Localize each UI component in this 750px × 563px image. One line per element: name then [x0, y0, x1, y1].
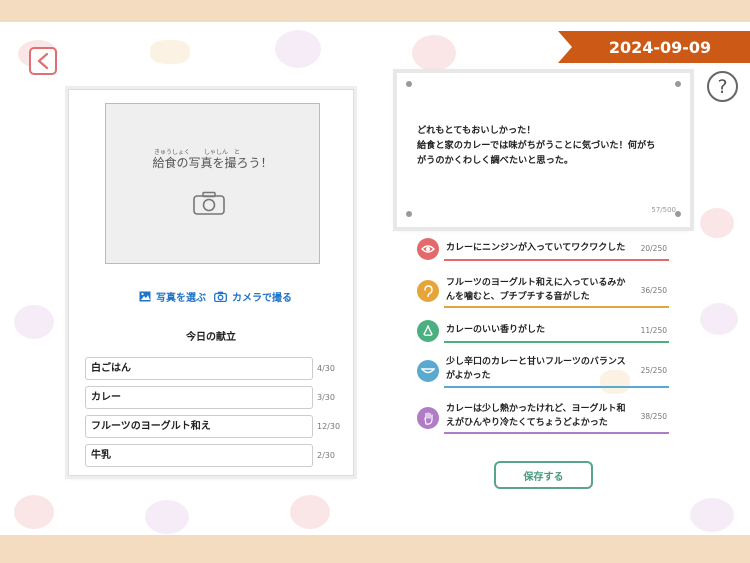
menu-item-input[interactable]: 牛乳 [85, 444, 313, 467]
sense-underline [444, 259, 669, 261]
bottom-band [0, 535, 750, 563]
sense-line: んを噛むと、プチプチする音がした [446, 292, 590, 302]
sense-underline [444, 386, 669, 388]
sense-text: 少し辛口のカレーと甘いフルーツのバランス がよかった [446, 355, 638, 383]
hand-icon [417, 407, 439, 429]
sense-row-sight[interactable]: カレーにニンジンが入っていてワクワクした 20/250 [417, 238, 669, 262]
back-button[interactable] [29, 47, 57, 75]
menu-item-count: 4/30 [317, 364, 335, 373]
photo-placeholder[interactable]: きゅうしょく しゃしん と 給食の写真を撮ろう！ [105, 103, 320, 264]
sense-line: えがひんやり冷たくてちょうどよかった [446, 418, 608, 428]
note-text: どれもとてもおいしかった！ 給食と家のカレーでは味がちがうことに気づいた！何がち… [417, 123, 677, 168]
sense-line: 少し辛口のカレーと甘いフルーツのバランス [446, 357, 626, 367]
menu-item-input[interactable]: 白ごはん [85, 357, 313, 380]
sense-line: カレーは少し熱かったけれど、ヨーグルト和 [446, 404, 626, 414]
sense-char-count: 11/250 [640, 326, 667, 335]
pin-icon [406, 211, 412, 217]
pin-icon [675, 81, 681, 87]
note-line: 給食と家のカレーでは味がちがうことに気づいた！何がち [417, 140, 656, 151]
sense-row-hearing[interactable]: フルーツのヨーグルト和えに入っているみか んを噛むと、プチプチする音がした 36… [417, 276, 669, 308]
photo-actions: 写真を選ぶ カメラで撮る [139, 288, 300, 304]
sense-underline [444, 432, 669, 434]
note-line: どれもとてもおいしかった！ [417, 125, 536, 136]
pin-icon [406, 81, 412, 87]
menu-item-count: 12/30 [317, 422, 341, 431]
help-button[interactable]: ? [707, 71, 738, 102]
reflection-note[interactable]: どれもとてもおいしかった！ 給食と家のカレーでは味がちがうことに気づいた！何がち… [397, 73, 690, 227]
sense-underline [444, 306, 669, 308]
sense-char-count: 25/250 [640, 366, 667, 375]
sense-row-taste[interactable]: 少し辛口のカレーと甘いフルーツのバランス がよかった 25/250 [417, 355, 669, 388]
select-photo-button[interactable]: 写真を選ぶ [139, 289, 206, 304]
select-photo-label: 写真を選ぶ [156, 292, 206, 304]
camera-icon [193, 191, 225, 219]
sense-text: フルーツのヨーグルト和えに入っているみか んを噛むと、プチプチする音がした [446, 276, 638, 304]
eye-icon [417, 238, 439, 260]
sense-line: カレーにニンジンが入っていてワクワクした [446, 243, 626, 253]
date-ribbon: 2024-09-09 [558, 31, 750, 63]
camera-small-icon [214, 291, 227, 302]
date-label: 2024-09-09 [608, 37, 712, 57]
sense-row-smell[interactable]: カレーのいい香りがした 11/250 [417, 320, 669, 344]
top-band [0, 0, 750, 22]
nose-icon [417, 320, 439, 342]
take-photo-label: カメラで撮る [232, 292, 292, 304]
menu-item-count: 3/30 [317, 393, 335, 402]
ear-icon [417, 280, 439, 302]
sense-text: カレーにニンジンが入っていてワクワクした [446, 241, 638, 255]
meal-card: きゅうしょく しゃしん と 給食の写真を撮ろう！ 写真を選ぶ カメラで撮る 今日… [68, 89, 354, 476]
menu-item-input[interactable]: カレー [85, 386, 313, 409]
photo-prompt: 給食の写真を撮ろう！ [152, 156, 273, 170]
sense-text: カレーは少し熱かったけれど、ヨーグルト和 えがひんやり冷たくてちょうどよかった [446, 402, 638, 430]
sense-line: がよかった [446, 371, 491, 381]
sense-line: カレーのいい香りがした [446, 325, 546, 335]
chevron-left-icon [37, 53, 49, 69]
menu-item-input[interactable]: フルーツのヨーグルト和え [85, 415, 313, 438]
sense-char-count: 38/250 [640, 412, 667, 421]
sense-char-count: 36/250 [640, 286, 667, 295]
sense-text: カレーのいい香りがした [446, 323, 638, 337]
sense-row-touch[interactable]: カレーは少し熱かったけれど、ヨーグルト和 えがひんやり冷たくてちょうどよかった … [417, 402, 669, 434]
help-icon: ? [717, 75, 728, 98]
note-char-count: 57/500 [651, 206, 676, 214]
take-photo-button[interactable]: カメラで撮る [214, 289, 292, 304]
note-line: がうのかくわしく調べたいと思った。 [417, 155, 574, 166]
menu-item-count: 2/30 [317, 451, 335, 460]
menu-title: 今日の献立 [186, 332, 236, 343]
mouth-icon [417, 360, 439, 382]
save-button[interactable]: 保存する [494, 461, 593, 489]
image-icon [139, 291, 151, 301]
sense-char-count: 20/250 [640, 244, 667, 253]
sense-underline [444, 341, 669, 343]
sense-line: フルーツのヨーグルト和えに入っているみか [446, 278, 626, 288]
